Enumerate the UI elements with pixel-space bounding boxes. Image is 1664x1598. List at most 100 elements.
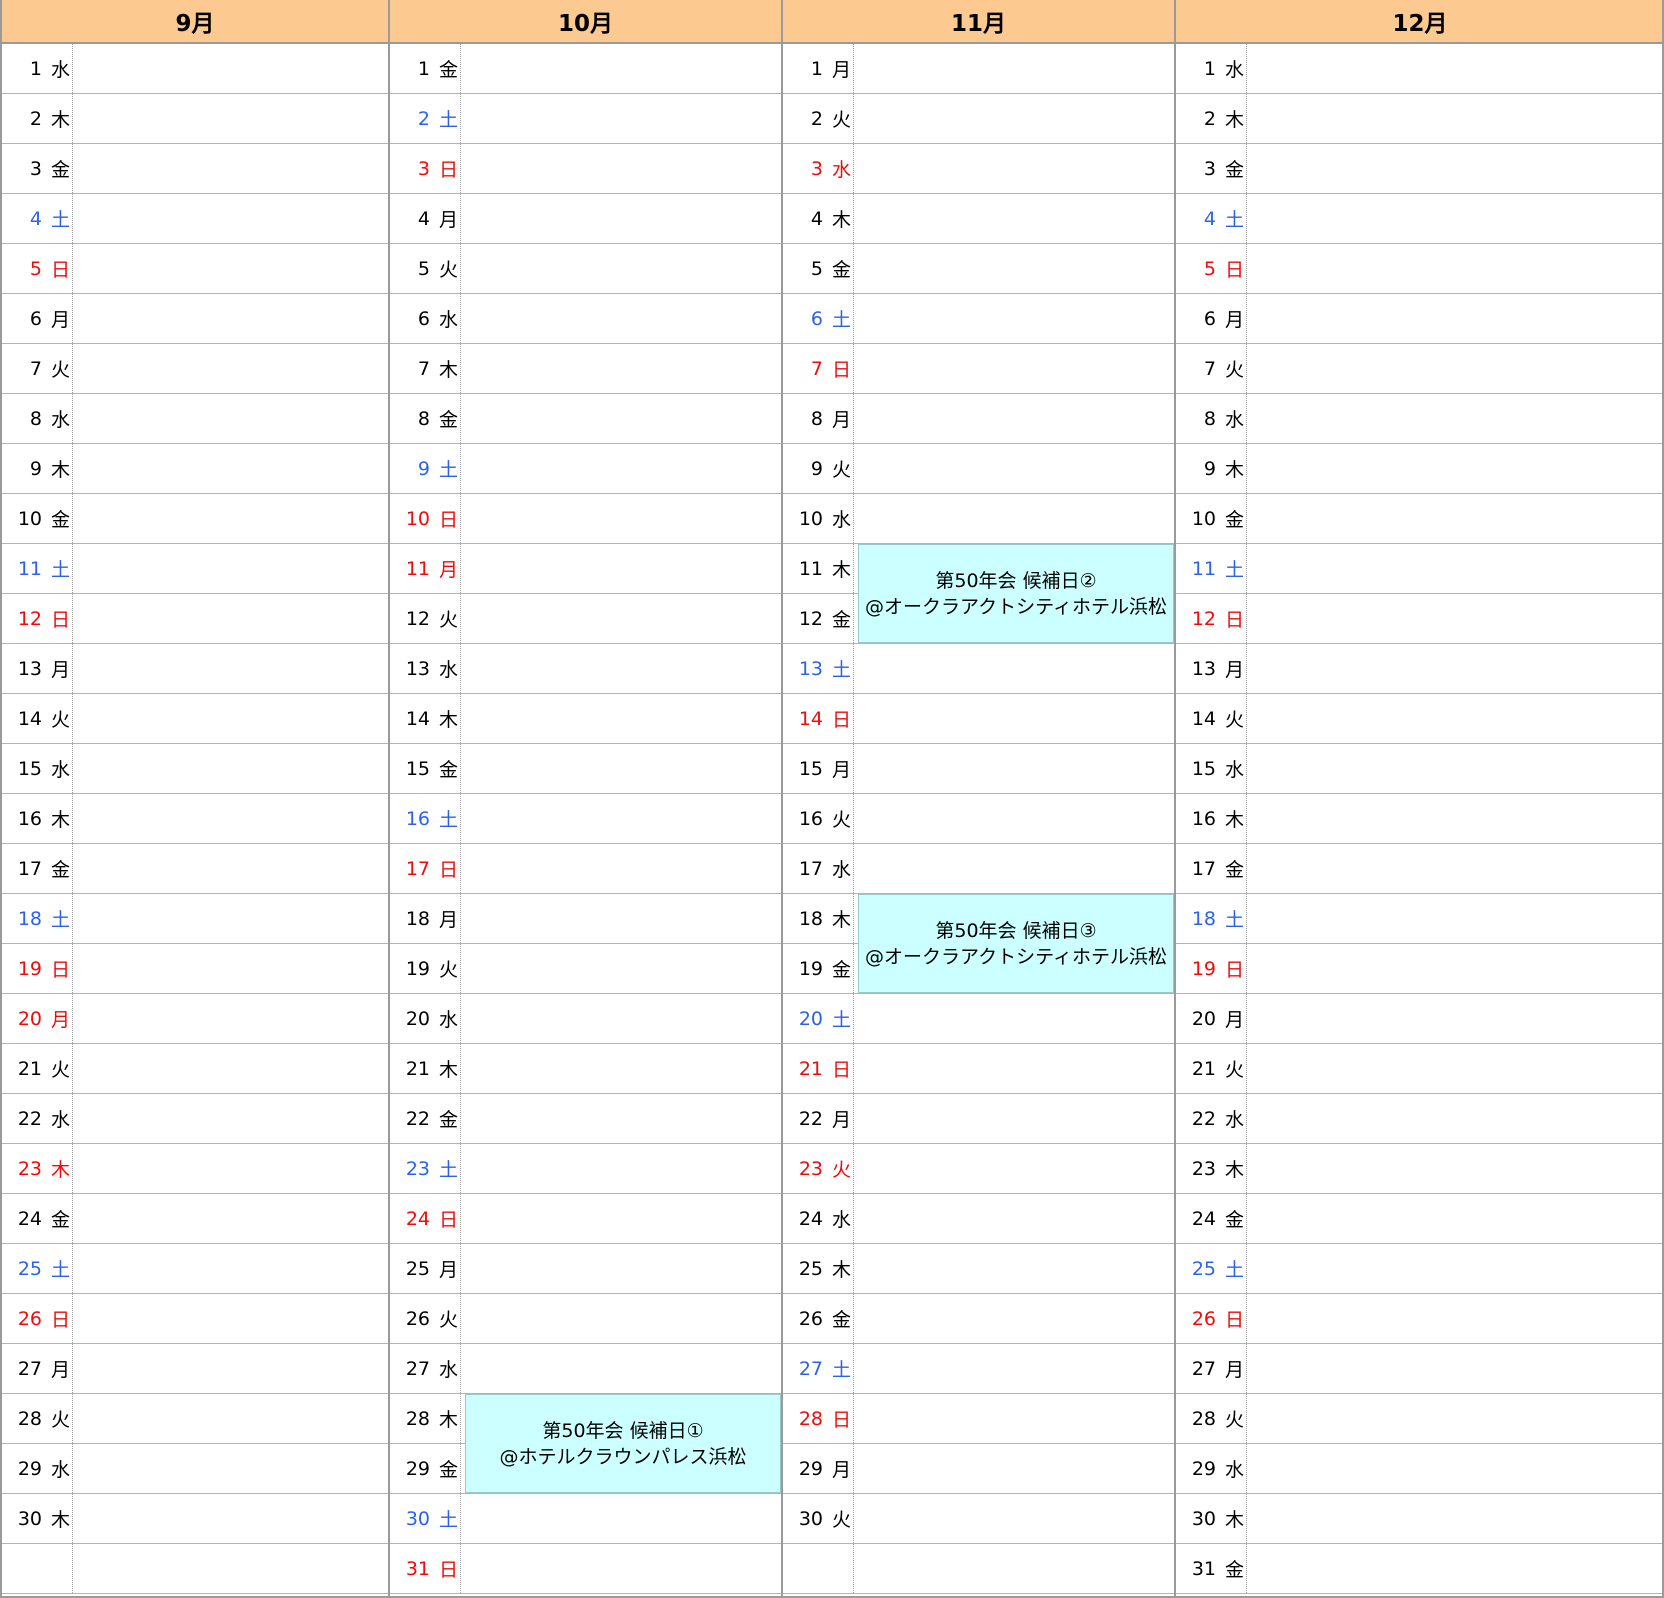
day-row[interactable]: 29 水 [2, 1444, 388, 1494]
day-row[interactable]: 8金 [390, 394, 781, 444]
day-row[interactable]: 1金 [390, 44, 781, 94]
day-row[interactable]: 25 月 [390, 1244, 781, 1294]
day-row[interactable]: 12 日 [2, 594, 388, 644]
day-row[interactable]: 21 日 [783, 1044, 1174, 1094]
day-row[interactable]: 4木 [783, 194, 1174, 244]
day-row[interactable]: 14 木 [390, 694, 781, 744]
day-row[interactable]: 6土 [783, 294, 1174, 344]
day-row[interactable]: 28 日 [783, 1394, 1174, 1444]
day-row[interactable]: 14 火 [2, 694, 388, 744]
day-row[interactable]: 9木 [2, 444, 388, 494]
event-block[interactable]: 第50年会 候補日② @オークラアクトシティホテル浜松 [858, 544, 1174, 643]
day-row[interactable]: 27 月 [2, 1344, 388, 1394]
day-row[interactable]: 24 金 [1176, 1194, 1664, 1244]
day-row[interactable]: 30 木 [2, 1494, 388, 1544]
day-row[interactable]: 29 月 [783, 1444, 1174, 1494]
day-row[interactable]: 19 火 [390, 944, 781, 994]
day-row[interactable]: 13 土 [783, 644, 1174, 694]
day-row[interactable]: 31 金 [1176, 1544, 1664, 1594]
day-row[interactable]: 11 月 [390, 544, 781, 594]
day-row[interactable]: 15 月 [783, 744, 1174, 794]
day-row[interactable]: 4土 [1176, 194, 1664, 244]
day-row[interactable]: 20 水 [390, 994, 781, 1044]
day-row[interactable]: 25 土 [1176, 1244, 1664, 1294]
day-row[interactable]: 10 日 [390, 494, 781, 544]
event-block[interactable]: 第50年会 候補日① @ホテルクラウンパレス浜松 [465, 1394, 781, 1493]
day-row[interactable]: 26 火 [390, 1294, 781, 1344]
day-row[interactable]: 6月 [2, 294, 388, 344]
day-row[interactable]: 18 土 [2, 894, 388, 944]
day-row[interactable]: 20 土 [783, 994, 1174, 1044]
day-row[interactable]: 11 土 [1176, 544, 1664, 594]
day-row[interactable]: 14 日 [783, 694, 1174, 744]
day-row[interactable]: 9火 [783, 444, 1174, 494]
day-row[interactable]: 15 水 [2, 744, 388, 794]
day-row[interactable]: 11 土 [2, 544, 388, 594]
day-row[interactable]: 22 金 [390, 1094, 781, 1144]
day-row[interactable]: 14 火 [1176, 694, 1664, 744]
day-row[interactable]: 3金 [2, 144, 388, 194]
day-row[interactable]: 7木 [390, 344, 781, 394]
day-row[interactable]: 22 水 [1176, 1094, 1664, 1144]
day-row[interactable]: 2火 [783, 94, 1174, 144]
day-row[interactable]: 20 月 [2, 994, 388, 1044]
day-row[interactable]: 10 金 [1176, 494, 1664, 544]
day-row[interactable]: 13 水 [390, 644, 781, 694]
day-row[interactable]: 21 火 [2, 1044, 388, 1094]
day-row[interactable]: 23 木 [2, 1144, 388, 1194]
day-row[interactable]: 24 金 [2, 1194, 388, 1244]
day-row[interactable]: 23 木 [1176, 1144, 1664, 1194]
day-row[interactable]: 9土 [390, 444, 781, 494]
day-row[interactable]: 20 月 [1176, 994, 1664, 1044]
day-row[interactable]: 31 日 [390, 1544, 781, 1594]
day-row[interactable]: 26 金 [783, 1294, 1174, 1344]
day-row[interactable]: 21 火 [1176, 1044, 1664, 1094]
day-row[interactable]: 30 土 [390, 1494, 781, 1544]
day-row[interactable]: 15 水 [1176, 744, 1664, 794]
day-row[interactable]: 28 火 [1176, 1394, 1664, 1444]
day-row[interactable]: 18 月 [390, 894, 781, 944]
day-row[interactable]: 22 月 [783, 1094, 1174, 1144]
day-row[interactable]: 5日 [2, 244, 388, 294]
day-row[interactable]: 5日 [1176, 244, 1664, 294]
day-row[interactable]: 30 火 [783, 1494, 1174, 1544]
day-row[interactable]: 3金 [1176, 144, 1664, 194]
day-row[interactable]: 9木 [1176, 444, 1664, 494]
day-row[interactable] [783, 1544, 1174, 1594]
day-row[interactable]: 8水 [2, 394, 388, 444]
day-row[interactable]: 28 火 [2, 1394, 388, 1444]
day-row[interactable]: 8月 [783, 394, 1174, 444]
day-row[interactable]: 16 木 [1176, 794, 1664, 844]
day-row[interactable]: 7火 [2, 344, 388, 394]
day-row[interactable]: 8水 [1176, 394, 1664, 444]
day-row[interactable]: 23 火 [783, 1144, 1174, 1194]
day-row[interactable]: 1水 [1176, 44, 1664, 94]
day-row[interactable]: 4土 [2, 194, 388, 244]
day-row[interactable]: 19 日 [2, 944, 388, 994]
day-row[interactable]: 12 日 [1176, 594, 1664, 644]
day-row[interactable]: 10 水 [783, 494, 1174, 544]
day-row[interactable]: 26 日 [2, 1294, 388, 1344]
event-block[interactable]: 第50年会 候補日③ @オークラアクトシティホテル浜松 [858, 894, 1174, 993]
day-row[interactable]: 12 火 [390, 594, 781, 644]
day-row[interactable]: 5火 [390, 244, 781, 294]
day-row[interactable]: 22 水 [2, 1094, 388, 1144]
day-row[interactable]: 13 月 [2, 644, 388, 694]
day-row[interactable]: 24 日 [390, 1194, 781, 1244]
day-row[interactable]: 6月 [1176, 294, 1664, 344]
day-row[interactable]: 2木 [2, 94, 388, 144]
day-row[interactable]: 4月 [390, 194, 781, 244]
day-row[interactable]: 30 木 [1176, 1494, 1664, 1544]
day-row[interactable]: 17 金 [2, 844, 388, 894]
day-row[interactable]: 1水 [2, 44, 388, 94]
day-row[interactable]: 18 土 [1176, 894, 1664, 944]
day-row[interactable]: 5金 [783, 244, 1174, 294]
day-row[interactable]: 17 日 [390, 844, 781, 894]
day-row[interactable]: 16 木 [2, 794, 388, 844]
day-row[interactable]: 25 木 [783, 1244, 1174, 1294]
day-row[interactable]: 17 水 [783, 844, 1174, 894]
day-row[interactable]: 26 日 [1176, 1294, 1664, 1344]
day-row[interactable]: 3日 [390, 144, 781, 194]
day-row[interactable]: 27 土 [783, 1344, 1174, 1394]
day-row[interactable]: 16 火 [783, 794, 1174, 844]
